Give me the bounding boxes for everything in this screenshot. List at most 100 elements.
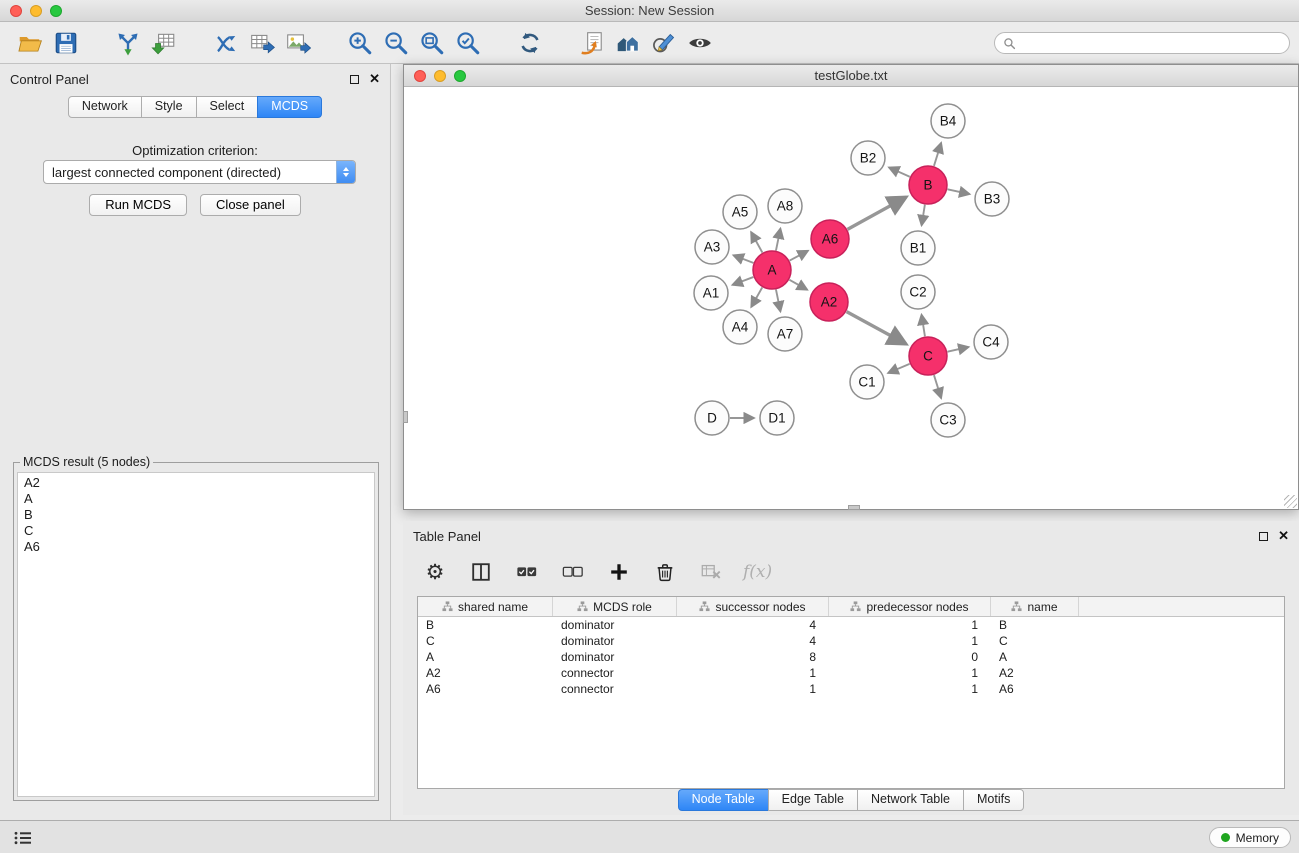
tab-select[interactable]: Select [196,96,259,118]
tab-motifs[interactable]: Motifs [963,789,1024,811]
add-entry-icon[interactable] [605,558,633,586]
export-table-icon[interactable] [244,28,280,58]
table-cell[interactable]: A [418,650,553,664]
mcds-result-item[interactable]: B [24,507,368,523]
close-table-panel-icon[interactable]: ✕ [1278,531,1289,541]
zoom-fit-icon[interactable] [414,28,450,58]
zoom-in-icon[interactable] [342,28,378,58]
table-cell[interactable]: 1 [677,682,829,696]
table-settings-icon[interactable]: ⚙ [421,558,449,586]
save-session-icon[interactable] [48,28,84,58]
table-cell[interactable]: 1 [829,618,991,632]
edge-A-A8[interactable] [776,229,780,251]
zoom-window-button[interactable] [50,5,62,17]
node-B2[interactable]: B2 [851,141,885,175]
node-A1[interactable]: A1 [694,276,728,310]
network-minimize-button[interactable] [434,70,446,82]
table-cell[interactable]: dominator [553,634,677,648]
node-A7[interactable]: A7 [768,317,802,351]
mcds-result-item[interactable]: C [24,523,368,539]
select-all-icon[interactable] [513,558,541,586]
table-cell[interactable]: B [991,618,1079,632]
network-window-titlebar[interactable]: testGlobe.txt [404,65,1298,87]
edge-A-A6[interactable] [790,251,808,261]
minimize-window-button[interactable] [30,5,42,17]
node-C1[interactable]: C1 [850,365,884,399]
table-row[interactable]: A6connector11A6 [418,681,1284,697]
node-C4[interactable]: C4 [974,325,1008,359]
edge-C-C1[interactable] [888,364,909,373]
float-table-panel-icon[interactable] [1259,532,1268,541]
import-network-icon[interactable] [110,28,146,58]
table-cell[interactable]: 8 [677,650,829,664]
edge-C-C4[interactable] [948,347,969,352]
annotation-mode-icon[interactable] [646,28,682,58]
table-cell[interactable]: 4 [677,618,829,632]
network-close-button[interactable] [414,70,426,82]
unselect-all-icon[interactable] [559,558,587,586]
table-cell[interactable]: 4 [677,634,829,648]
node-A8[interactable]: A8 [768,189,802,223]
session-from-file-icon[interactable] [574,28,610,58]
refresh-view-icon[interactable] [512,28,548,58]
delete-table-icon[interactable] [697,558,725,586]
node-B3[interactable]: B3 [975,182,1009,216]
node-C[interactable]: C [909,337,947,375]
mcds-result-list[interactable]: A2ABCA6 [17,472,375,797]
edge-A-A4[interactable] [751,287,762,307]
edge-A-A3[interactable] [733,255,753,263]
column-header-name[interactable]: name [991,597,1079,616]
tab-style[interactable]: Style [141,96,197,118]
show-columns-icon[interactable] [467,558,495,586]
node-B[interactable]: B [909,166,947,204]
function-builder-icon[interactable]: f(x) [743,562,772,582]
search-box[interactable] [994,32,1290,54]
home-view-icon[interactable] [610,28,646,58]
run-mcds-button[interactable]: Run MCDS [89,194,187,216]
resize-grip[interactable] [1284,495,1297,508]
column-header-successor-nodes[interactable]: successor nodes [677,597,829,616]
edge-B-B4[interactable] [934,143,941,166]
edge-C-C2[interactable] [922,315,925,337]
node-A5[interactable]: A5 [723,195,757,229]
table-cell[interactable]: 1 [829,634,991,648]
table-cell[interactable]: 0 [829,650,991,664]
table-cell[interactable]: 1 [829,682,991,696]
edge-A-A1[interactable] [733,277,754,285]
task-history-button[interactable] [12,829,34,847]
edge-C-C3[interactable] [934,375,941,398]
close-panel-button[interactable]: Close panel [200,194,301,216]
import-table-icon[interactable] [146,28,182,58]
node-D[interactable]: D [695,401,729,435]
show-graphics-details-icon[interactable] [682,28,718,58]
zoom-out-icon[interactable] [378,28,414,58]
search-input[interactable] [1021,36,1281,50]
node-B4[interactable]: B4 [931,104,965,138]
edge-A2-C[interactable] [847,312,906,344]
criterion-dropdown[interactable]: largest connected component (directed) [43,160,356,184]
splitter-handle[interactable] [848,505,860,510]
table-cell[interactable]: A6 [418,682,553,696]
table-row[interactable]: Adominator80A [418,649,1284,665]
node-D1[interactable]: D1 [760,401,794,435]
node-A6[interactable]: A6 [811,220,849,258]
edge-B-B3[interactable] [948,189,970,194]
table-cell[interactable]: connector [553,682,677,696]
table-cell[interactable]: A [991,650,1079,664]
network-canvas[interactable]: B4B2BB3A5A8A6A3B1AA1C2A2A4A7C4CC1C3DD1 [404,87,1298,509]
table-cell[interactable]: 1 [677,666,829,680]
memory-button[interactable]: Memory [1209,827,1291,848]
edge-B-B2[interactable] [889,167,910,176]
mcds-result-item[interactable]: A [24,491,368,507]
column-header-mcds-role[interactable]: MCDS role [553,597,677,616]
tab-network-table[interactable]: Network Table [857,789,964,811]
node-A4[interactable]: A4 [723,310,757,344]
table-cell[interactable]: A2 [991,666,1079,680]
table-cell[interactable]: connector [553,666,677,680]
tab-mcds[interactable]: MCDS [257,96,322,118]
node-A3[interactable]: A3 [695,230,729,264]
table-cell[interactable]: A2 [418,666,553,680]
table-cell[interactable]: C [991,634,1079,648]
edge-A-A7[interactable] [776,290,780,312]
table-cell[interactable]: 1 [829,666,991,680]
